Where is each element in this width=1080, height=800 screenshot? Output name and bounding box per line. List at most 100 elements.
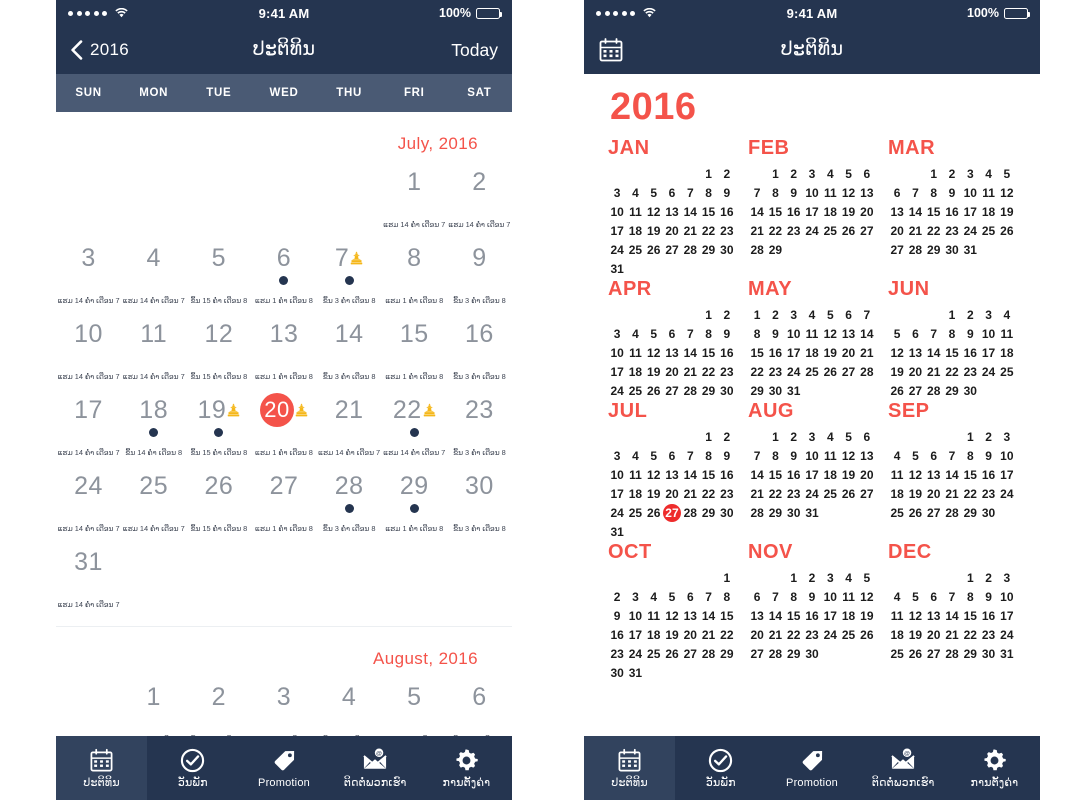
mini-day[interactable]: 2 — [718, 165, 736, 183]
mini-day[interactable]: 2 — [979, 569, 997, 587]
mini-day[interactable]: 30 — [718, 241, 736, 259]
mini-day[interactable]: 29 — [925, 241, 943, 259]
mini-day[interactable]: 22 — [748, 363, 766, 381]
day-cell[interactable]: 21 ແຮມ 14 ຄ່ຳ ເດືອນ 7 — [317, 386, 382, 462]
mini-day[interactable]: 20 — [748, 626, 766, 644]
mini-day[interactable]: 31 — [608, 523, 626, 541]
mini-day[interactable]: 21 — [699, 626, 717, 644]
tab-price-tag[interactable]: Promotion — [766, 736, 857, 800]
mini-day[interactable]: 12 — [663, 607, 681, 625]
mini-day[interactable]: 28 — [681, 504, 699, 522]
mini-day[interactable]: 30 — [718, 504, 736, 522]
mini-day[interactable]: 3 — [998, 569, 1016, 587]
mini-day[interactable]: 18 — [821, 203, 839, 221]
mini-day[interactable]: 15 — [785, 607, 803, 625]
mini-day[interactable]: 11 — [626, 466, 644, 484]
day-cell[interactable]: 3ແຮມ 1 ຄ່ຳ ເດືອນ 8 — [251, 673, 316, 736]
day-cell[interactable]: 10 ແຮມ 14 ຄ່ຳ ເດືອນ 7 — [56, 310, 121, 386]
mini-day[interactable]: 3 — [803, 165, 821, 183]
mini-day[interactable]: 21 — [943, 626, 961, 644]
mini-day[interactable]: 3 — [608, 325, 626, 343]
mini-day[interactable]: 4 — [821, 428, 839, 446]
day-cell[interactable]: 18 ຂຶ້ນ 14 ຄ່ຳ ເດືອນ 8 — [121, 386, 186, 462]
mini-day[interactable]: 20 — [925, 626, 943, 644]
mini-day[interactable]: 11 — [839, 588, 857, 606]
year-scroll-area[interactable]: 2016 JAN.....123456789101112131415161718… — [584, 74, 1040, 740]
day-cell[interactable]: 25 ແຮມ 14 ຄ່ຳ ເດືອນ 7 — [121, 462, 186, 538]
mini-day[interactable]: 17 — [626, 626, 644, 644]
mini-day[interactable]: 15 — [961, 466, 979, 484]
mini-day[interactable]: 29 — [699, 241, 717, 259]
mini-day[interactable]: 19 — [906, 626, 924, 644]
mini-day[interactable]: 26 — [906, 504, 924, 522]
day-cell[interactable]: 15 ແຮມ 1 ຄ່ຳ ເດືອນ 8 — [382, 310, 447, 386]
mini-day[interactable]: 12 — [645, 466, 663, 484]
mini-month-oct[interactable]: OCT......1234567891011121314151617181920… — [602, 541, 742, 682]
mini-day[interactable]: 17 — [998, 466, 1016, 484]
mini-day[interactable]: 1 — [699, 165, 717, 183]
tab-price-tag[interactable]: Promotion — [238, 736, 329, 800]
mini-day[interactable]: 12 — [839, 447, 857, 465]
mini-day[interactable]: 15 — [925, 203, 943, 221]
mini-day[interactable]: 11 — [645, 607, 663, 625]
mini-day[interactable]: 29 — [766, 241, 784, 259]
mini-day[interactable]: 22 — [785, 626, 803, 644]
mini-day[interactable]: 9 — [766, 325, 784, 343]
mini-day[interactable]: 15 — [766, 203, 784, 221]
mini-day[interactable]: 23 — [718, 363, 736, 381]
mini-day[interactable]: 8 — [961, 447, 979, 465]
day-cell[interactable]: 17 ແຮມ 14 ຄ່ຳ ເດືອນ 7 — [56, 386, 121, 462]
mini-month-may[interactable]: MAY 1 2 3 4 5 6 7 8 9 10 11 12 13 14 15 16 17 18 19 20 21 22 23… — [742, 278, 882, 400]
mini-day[interactable]: 4 — [888, 588, 906, 606]
mini-day[interactable]: 7 — [748, 184, 766, 202]
mini-day[interactable]: 6 — [888, 184, 906, 202]
mini-day[interactable]: 5 — [858, 569, 876, 587]
mini-month-sep[interactable]: SEP....123456789101112131415161718192021… — [882, 400, 1022, 541]
mini-day[interactable]: 8 — [748, 325, 766, 343]
mini-day[interactable]: 14 — [906, 203, 924, 221]
mini-day[interactable]: 29 — [718, 645, 736, 663]
mini-day[interactable]: 29 — [961, 645, 979, 663]
mini-day[interactable]: 19 — [839, 203, 857, 221]
mini-month-jun[interactable]: JUN...1234567891011121314151617181920212… — [882, 278, 1022, 400]
day-cell[interactable]: 11 ແຮມ 14 ຄ່ຳ ເດືອນ 7 — [121, 310, 186, 386]
mini-day[interactable]: 9 — [979, 588, 997, 606]
mini-day[interactable]: 5 — [998, 165, 1016, 183]
mini-day[interactable]: 11 — [998, 325, 1016, 343]
mini-day[interactable]: 18 — [998, 344, 1016, 362]
mini-day[interactable]: 23 — [803, 626, 821, 644]
mini-day[interactable]: 7 — [943, 588, 961, 606]
mini-day[interactable]: 23 — [961, 363, 979, 381]
mini-day[interactable]: 25 — [821, 222, 839, 240]
mini-day[interactable]: 8 — [766, 447, 784, 465]
mini-day[interactable]: 20 — [858, 466, 876, 484]
mini-day[interactable]: 6 — [663, 325, 681, 343]
mini-day[interactable]: 10 — [608, 203, 626, 221]
mini-day[interactable]: 11 — [626, 344, 644, 362]
mini-day[interactable]: 18 — [888, 626, 906, 644]
mini-day[interactable]: 13 — [663, 466, 681, 484]
mini-day[interactable]: 10 — [803, 184, 821, 202]
mini-day[interactable]: 23 — [766, 363, 784, 381]
mini-day[interactable]: 31 — [961, 241, 979, 259]
mini-month-mar[interactable]: MAR..12345678910111213141516171819202122… — [882, 137, 1022, 278]
day-cell[interactable]: 22 ແຮມ 14 ຄ່ຳ ເດືອນ 7 — [382, 386, 447, 462]
mini-day[interactable]: 6 — [925, 588, 943, 606]
mini-day[interactable]: 9 — [718, 447, 736, 465]
day-cell[interactable]: 4ຂຶ້ນ 3 ຄ່ຳ ເດືອນ 8 — [317, 673, 382, 736]
mini-day[interactable]: 7 — [681, 184, 699, 202]
mini-day[interactable]: 12 — [645, 203, 663, 221]
mini-day[interactable]: 13 — [858, 184, 876, 202]
day-cell[interactable]: 6ຂຶ້ນ 3 ຄ່ຳ ເດືອນ 8 — [447, 673, 512, 736]
mini-day[interactable]: 21 — [906, 222, 924, 240]
mini-day[interactable]: 6 — [839, 306, 857, 324]
mini-day[interactable]: 15 — [699, 344, 717, 362]
mini-day[interactable]: 5 — [839, 165, 857, 183]
mini-day[interactable]: 2 — [803, 569, 821, 587]
day-cell[interactable]: 1ແຮມ 14 ຄ່ຳ ເດືອນ 7 — [121, 673, 186, 736]
mini-day[interactable]: 23 — [785, 485, 803, 503]
mini-day[interactable]: 14 — [699, 607, 717, 625]
mini-day[interactable]: 12 — [839, 184, 857, 202]
tab-envelope-at[interactable]: @ ຕິດຕໍ່ພວກເຮົາ — [858, 736, 949, 800]
mini-day[interactable]: 2 — [943, 165, 961, 183]
